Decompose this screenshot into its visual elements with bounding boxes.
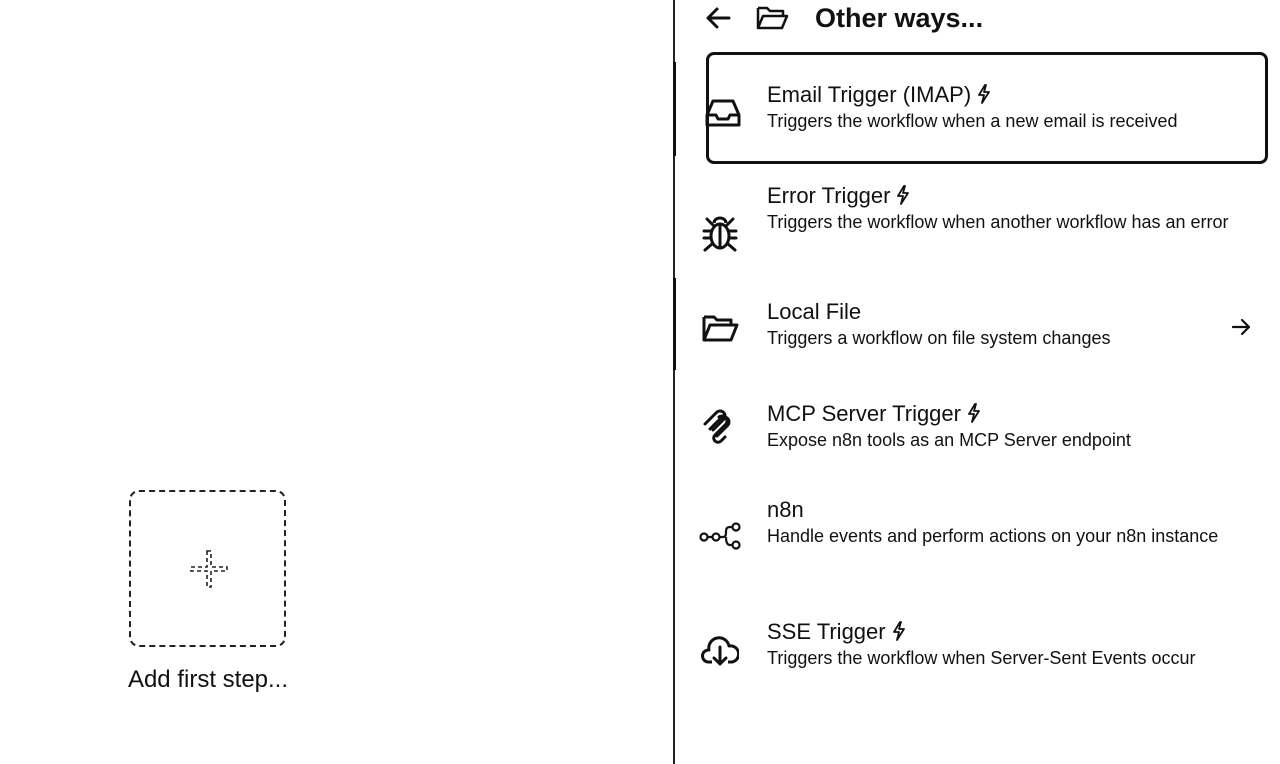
- node-item-name: Email Trigger (IMAP): [767, 82, 972, 107]
- mcp-icon: [703, 409, 731, 444]
- node-item-description: Handle events and perform actions on you…: [767, 526, 1219, 546]
- node-item-description: Triggers a workflow on file system chang…: [767, 328, 1111, 348]
- add-first-step-label: Add first step...: [127, 666, 289, 693]
- node-item-name: n8n: [767, 497, 804, 522]
- node-item-name: MCP Server Trigger: [767, 401, 961, 426]
- node-item-name: Error Trigger: [767, 183, 891, 208]
- node-list: Email Trigger (IMAP) Triggers the workfl…: [673, 52, 1280, 712]
- node-item-error-trigger[interactable]: Error Trigger Triggers the workflow when…: [675, 168, 1280, 278]
- node-item-description: Triggers the workflow when Server-Sent E…: [767, 648, 1196, 668]
- node-item-name: SSE Trigger: [767, 619, 886, 644]
- node-item-local-file[interactable]: Local File Triggers a workflow on file s…: [673, 278, 1280, 386]
- node-item-description: Triggers the workflow when another workf…: [767, 212, 1229, 232]
- trigger-bolt-icon: [892, 621, 905, 641]
- workflow-canvas: Add first step...: [0, 0, 674, 764]
- panel-title: Other ways...: [815, 3, 984, 33]
- folder-open-icon: [702, 315, 739, 342]
- back-arrow-icon[interactable]: [703, 3, 733, 33]
- inbox-icon: [705, 99, 741, 127]
- node-item-description: Expose n8n tools as an MCP Server endpoi…: [767, 430, 1131, 450]
- hover-accent-bar: [673, 278, 676, 370]
- plus-icon: [190, 550, 228, 588]
- bug-icon: [702, 216, 738, 252]
- node-item-email-trigger[interactable]: Email Trigger (IMAP) Triggers the workfl…: [705, 52, 1268, 164]
- cloud-download-icon: [701, 636, 739, 666]
- add-first-step-button[interactable]: [129, 490, 286, 647]
- node-item-n8n[interactable]: n8n Handle events and perform actions on…: [675, 482, 1280, 602]
- trigger-bolt-icon: [897, 185, 910, 205]
- selection-accent-bar: [673, 62, 676, 156]
- arrow-right-icon[interactable]: [1230, 316, 1252, 338]
- node-item-description: Triggers the workflow when a new email i…: [767, 111, 1178, 131]
- node-item-sse-trigger[interactable]: SSE Trigger Triggers the workflow when S…: [675, 602, 1280, 712]
- folder-open-icon: [756, 6, 789, 30]
- node-item-name: Local File: [767, 299, 862, 324]
- trigger-bolt-icon: [968, 403, 980, 423]
- n8n-logo-icon: [699, 522, 741, 550]
- panel-header: Other ways...: [675, 0, 1280, 40]
- node-creator-panel: Other ways... Email Trigger (IMAP) Trigg…: [673, 0, 1280, 764]
- node-item-mcp-server-trigger[interactable]: MCP Server Trigger Expose n8n tools as a…: [675, 386, 1280, 482]
- trigger-bolt-icon: [978, 84, 991, 104]
